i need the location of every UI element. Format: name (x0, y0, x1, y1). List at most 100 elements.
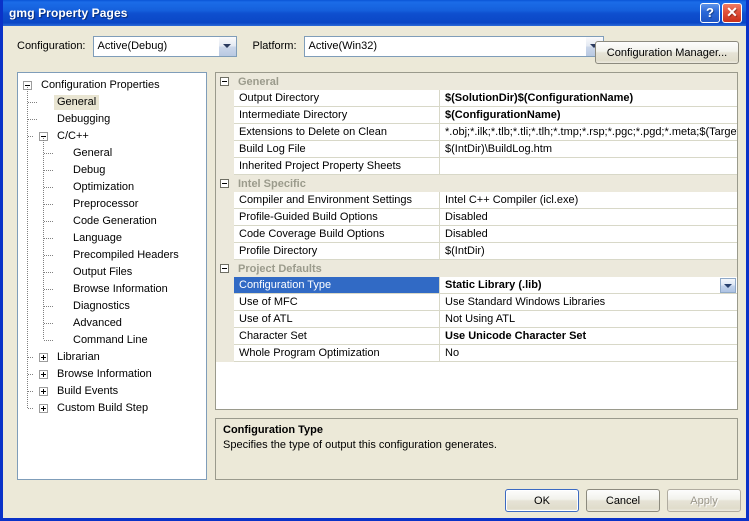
grid-row-intermediate-directory[interactable]: Intermediate Directory $(ConfigurationNam… (216, 107, 737, 124)
grid-property-value[interactable]: Intel C++ Compiler (icl.exe) (440, 192, 737, 209)
chevron-down-icon[interactable] (720, 278, 736, 293)
grid-gutter (216, 175, 234, 192)
cancel-button[interactable]: Cancel (586, 489, 660, 512)
grid-property-value[interactable]: $(ConfigurationName) (440, 107, 737, 124)
grid-group-project-defaults[interactable]: Project Defaults (216, 260, 737, 277)
tree-connector (44, 306, 54, 307)
configuration-select[interactable]: Active(Debug) (92, 35, 237, 57)
expand-icon[interactable] (39, 370, 48, 379)
grid-gutter (216, 345, 234, 362)
tree-connector (28, 357, 33, 358)
grid-property-value[interactable]: Use Standard Windows Libraries (440, 294, 737, 311)
grid-property-value[interactable]: Use Unicode Character Set (440, 328, 737, 345)
tree-connector (28, 119, 38, 120)
grid-group-label: General (234, 73, 279, 90)
tree-item-label: Debug (73, 164, 106, 176)
grid-gutter (216, 260, 234, 277)
expand-icon[interactable] (39, 404, 48, 413)
grid-property-value[interactable]: $(SolutionDir)$(ConfigurationName) (440, 90, 737, 107)
grid-group-label: Intel Specific (234, 175, 306, 192)
chevron-down-icon (217, 36, 236, 56)
grid-property-name: Profile-Guided Build Options (234, 209, 440, 226)
platform-select[interactable]: Active(Win32) (303, 35, 604, 57)
tree-item-build-events[interactable]: Build Events (18, 383, 206, 400)
tree-item-c-c[interactable]: C/C++ (18, 128, 206, 145)
grid-row-profile-guided-build-options[interactable]: Profile-Guided Build Options Disabled (216, 209, 737, 226)
tree-connector (44, 187, 54, 188)
grid-property-value[interactable] (440, 158, 737, 175)
grid-property-name: Use of ATL (234, 311, 440, 328)
grid-row-configuration-type[interactable]: Configuration Type Static Library (.lib) (216, 277, 737, 294)
tree-item-browse-information[interactable]: Browse Information (18, 366, 206, 383)
grid-property-name: Build Log File (234, 141, 440, 158)
collapse-icon[interactable] (220, 264, 229, 273)
grid-row-inherited-project-property-sheets[interactable]: Inherited Project Property Sheets (216, 158, 737, 175)
configuration-manager-button[interactable]: Configuration Manager... (595, 41, 739, 64)
tree-item-label: Advanced (73, 317, 122, 329)
grid-property-name: Configuration Type (234, 277, 440, 294)
grid-row-use-of-atl[interactable]: Use of ATL Not Using ATL (216, 311, 737, 328)
grid-property-name: Code Coverage Build Options (234, 226, 440, 243)
tree-item-label: General (73, 147, 113, 159)
tree-item-label: Preprocessor (73, 198, 139, 210)
grid-row-extensions-to-delete-on-clean[interactable]: Extensions to Delete on Clean *.obj;*.ilk… (216, 124, 737, 141)
tree-item-label: Build Events (57, 385, 119, 397)
grid-group-general[interactable]: General (216, 73, 737, 90)
configuration-tree[interactable]: Configuration Properties General Debugging… (17, 72, 207, 480)
grid-property-value[interactable]: $(IntDir) (440, 243, 737, 260)
property-grid[interactable]: General Output Directory $(SolutionDir)$(C… (215, 72, 738, 410)
grid-property-value[interactable]: $(IntDir)\BuildLog.htm (440, 141, 737, 158)
collapse-icon[interactable] (220, 179, 229, 188)
grid-gutter (216, 311, 234, 328)
expand-icon[interactable] (39, 353, 48, 362)
grid-property-name: Character Set (234, 328, 440, 345)
description-panel: Configuration Type Specifies the type of… (215, 418, 738, 480)
grid-property-value[interactable]: Static Library (.lib) (440, 277, 737, 294)
expand-icon[interactable] (39, 387, 48, 396)
grid-row-compiler-and-environment-settings[interactable]: Compiler and Environment Settings Intel C… (216, 192, 737, 209)
platform-value: Active(Win32) (308, 40, 377, 52)
grid-property-value[interactable]: Disabled (440, 209, 737, 226)
tree-connector (44, 323, 54, 324)
tree-connector (44, 289, 54, 290)
tree-item-general[interactable]: General (18, 94, 206, 111)
grid-row-build-log-file[interactable]: Build Log File $(IntDir)\BuildLog.htm (216, 141, 737, 158)
tree-connector (44, 238, 54, 239)
grid-row-character-set[interactable]: Character Set Use Unicode Character Set (216, 328, 737, 345)
grid-gutter (216, 141, 234, 158)
grid-property-value[interactable]: Not Using ATL (440, 311, 737, 328)
grid-property-value[interactable]: Disabled (440, 226, 737, 243)
tree-connector (44, 170, 54, 171)
grid-gutter (216, 277, 234, 294)
tree-item-custom-build-step[interactable]: Custom Build Step (18, 400, 206, 417)
grid-property-name: Compiler and Environment Settings (234, 192, 440, 209)
collapse-icon[interactable] (220, 77, 229, 86)
tree-item-configuration-properties[interactable]: Configuration Properties (18, 77, 206, 94)
tree-item-librarian[interactable]: Librarian (18, 349, 206, 366)
description-title: Configuration Type (223, 424, 324, 436)
grid-row-code-coverage-build-options[interactable]: Code Coverage Build Options Disabled (216, 226, 737, 243)
tree-item-label: Language (73, 232, 122, 244)
grid-row-use-of-mfc[interactable]: Use of MFC Use Standard Windows Libraries (216, 294, 737, 311)
tree-item-label: Command Line (73, 334, 148, 346)
grid-property-value[interactable]: *.obj;*.ilk;*.tlb;*.tli;*.tlh;*.tmp;*.rs… (440, 124, 737, 141)
tree-item-debugging[interactable]: Debugging (18, 111, 206, 128)
grid-group-label: Project Defaults (234, 260, 322, 277)
ok-button[interactable]: OK (505, 489, 579, 512)
title-bar: gmg Property Pages ? ✕ (3, 0, 746, 26)
grid-property-value[interactable]: No (440, 345, 737, 362)
help-icon[interactable]: ? (700, 3, 720, 23)
tree-connector (43, 138, 44, 340)
grid-gutter (216, 328, 234, 345)
grid-row-profile-directory[interactable]: Profile Directory $(IntDir) (216, 243, 737, 260)
tree-item-label: Browse Information (57, 368, 152, 380)
tree-item-label: Debugging (57, 113, 111, 125)
close-icon[interactable]: ✕ (722, 3, 742, 23)
grid-row-whole-program-optimization[interactable]: Whole Program Optimization No (216, 345, 737, 362)
tree-item-label: C/C++ (57, 130, 89, 142)
grid-row-output-directory[interactable]: Output Directory $(SolutionDir)$(Configur… (216, 90, 737, 107)
grid-gutter (216, 124, 234, 141)
tree-item-label: Precompiled Headers (73, 249, 179, 261)
grid-group-intel-specific[interactable]: Intel Specific (216, 175, 737, 192)
grid-gutter (216, 107, 234, 124)
